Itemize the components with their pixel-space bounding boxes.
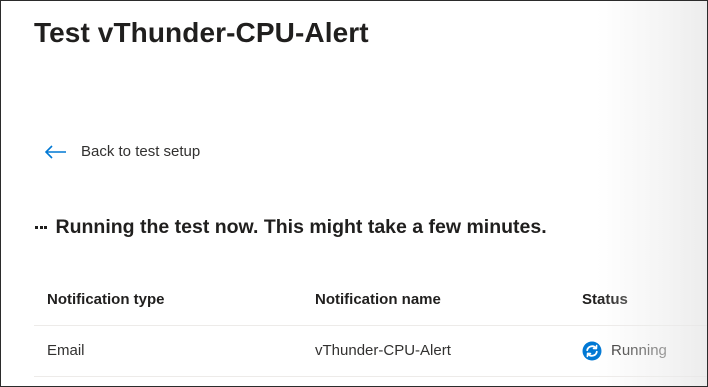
column-header-status: Status (582, 291, 628, 308)
back-link-label: Back to test setup (81, 143, 201, 160)
column-header-notification-name: Notification name (315, 291, 441, 308)
test-panel: Test vThunder-CPU-Alert Back to test set… (0, 0, 708, 387)
notifications-table: Notification type Notification name Stat… (34, 275, 707, 377)
ellipsis-icon (35, 226, 49, 229)
arrow-left-icon (45, 144, 66, 159)
status-cell: Running (582, 326, 667, 376)
running-status-message: Running the test now. This might take a … (35, 216, 547, 239)
notification-type-cell: Email (47, 342, 85, 359)
running-status-text: Running the test now. This might take a … (55, 216, 547, 238)
sync-icon (582, 341, 602, 361)
table-header-row: Notification type Notification name Stat… (34, 275, 707, 326)
status-text: Running (611, 342, 667, 359)
notification-name-cell: vThunder-CPU-Alert (315, 342, 451, 359)
back-to-test-setup-link[interactable]: Back to test setup (45, 143, 200, 160)
column-header-notification-type: Notification type (47, 291, 165, 308)
page-title: Test vThunder-CPU-Alert (34, 17, 369, 48)
table-row: Email vThunder-CPU-Alert Running (34, 326, 707, 377)
